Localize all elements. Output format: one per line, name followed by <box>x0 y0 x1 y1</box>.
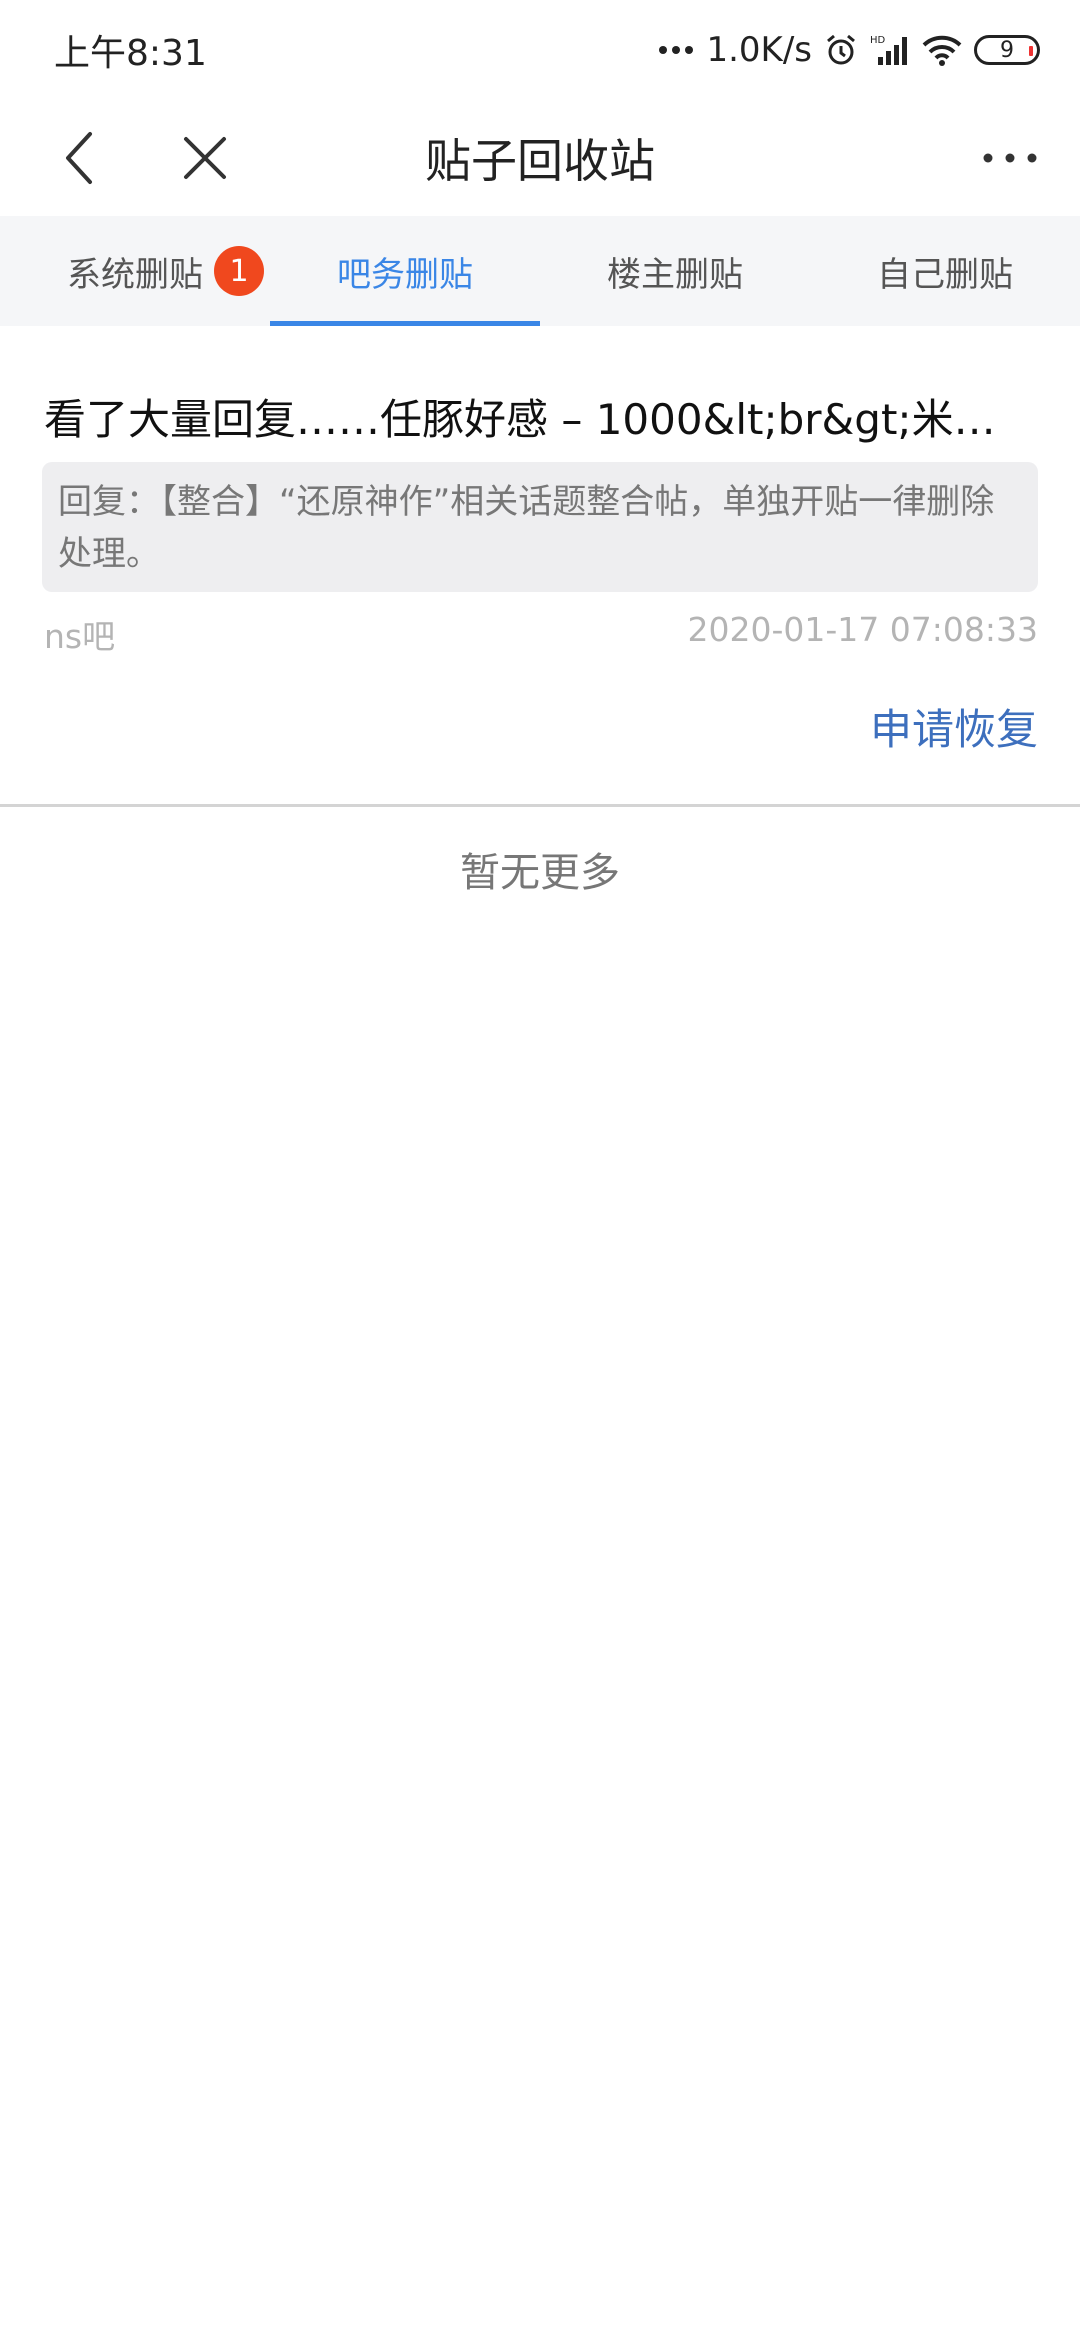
status-bar: 上午8:31 1.0K/s HD 9 <box>0 0 1080 100</box>
close-button[interactable] <box>165 100 245 216</box>
net-speed: 1.0K/s <box>706 30 812 70</box>
no-more-text: 暂无更多 <box>460 850 620 896</box>
tab-self-deleted[interactable]: 自己删贴 <box>810 216 1080 326</box>
more-button[interactable] <box>970 100 1050 216</box>
tab-label: 楼主删贴 <box>607 254 743 295</box>
alarm-icon <box>824 33 858 67</box>
divider <box>0 804 1080 807</box>
unread-badge: 1 <box>214 246 264 296</box>
more-dots-icon <box>658 45 694 55</box>
page-title: 贴子回收站 <box>425 134 655 188</box>
signal-hd-icon: HD <box>870 33 910 67</box>
wifi-icon <box>922 34 962 66</box>
tab-owner-deleted[interactable]: 楼主删贴 <box>540 216 810 326</box>
tab-label: 吧务删贴 <box>337 254 473 295</box>
battery-level: 9 <box>1000 37 1014 63</box>
delete-time: 2020-01-17 07:08:33 <box>687 610 1038 649</box>
tab-label: 系统删贴 <box>67 254 203 295</box>
tab-label: 自己删贴 <box>877 254 1013 295</box>
forum-name: ns吧 <box>44 617 116 656</box>
more-horizontal-icon <box>983 153 1037 163</box>
status-time: 上午8:31 <box>54 33 207 74</box>
svg-text:HD: HD <box>870 35 886 46</box>
tab-admin-deleted[interactable]: 吧务删贴 <box>270 216 540 326</box>
tab-system-deleted[interactable]: 系统删贴 1 <box>0 216 270 326</box>
apply-restore-button[interactable]: 申请恢复 <box>870 696 1038 757</box>
post-title: 看了大量回复……任豚好感 – 1000&lt;br&gt;米… <box>44 395 996 444</box>
deleted-post-card[interactable]: 看了大量回复……任豚好感 – 1000&lt;br&gt;米… 回复：【整合】“… <box>0 326 1080 804</box>
chevron-left-icon <box>66 132 92 184</box>
status-icons: 1.0K/s HD 9 <box>658 30 1040 70</box>
reply-quote: 回复：【整合】“还原神作”相关话题整合帖，单独开贴一律删除处理。 <box>42 462 1038 592</box>
nav-bar: 贴子回收站 <box>0 100 1080 216</box>
back-button[interactable] <box>40 100 120 216</box>
close-icon <box>184 137 226 179</box>
tab-bar: 系统删贴 1 吧务删贴 楼主删贴 自己删贴 <box>0 216 1080 326</box>
battery-icon: 9 <box>974 35 1040 65</box>
